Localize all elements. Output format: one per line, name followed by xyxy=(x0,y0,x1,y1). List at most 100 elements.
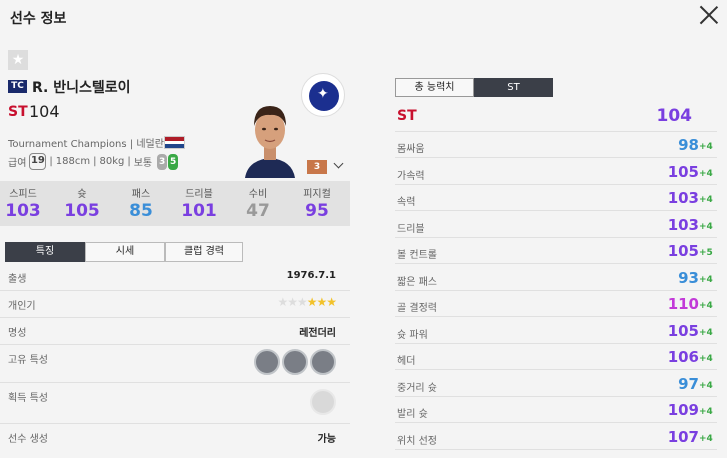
stat-bonus: +4 xyxy=(699,301,713,311)
row-label: 선수 생성 xyxy=(8,434,48,445)
trait-finesse-icon[interactable] xyxy=(282,349,308,375)
stat-label: 스피드 xyxy=(9,189,37,200)
season-badge: TC xyxy=(8,80,27,93)
stat-value: 105 xyxy=(667,162,699,181)
stat-row: 위치 선정 107 +4 xyxy=(395,424,717,450)
stat-bonus: +4 xyxy=(699,354,713,364)
tab-position-st[interactable]: ST xyxy=(474,78,553,97)
trait-power-shot-icon[interactable] xyxy=(310,349,336,375)
detail-tabs: 특징 시세 클럽 경력 xyxy=(5,242,243,262)
stat-label: 발리 슛 xyxy=(397,409,428,420)
stat-value: 95 xyxy=(305,201,329,221)
trait-leadership-icon[interactable] xyxy=(254,349,280,375)
enhance-level-badge: 3 xyxy=(307,160,327,174)
stat-row: 가속력 105 +4 xyxy=(395,159,717,185)
stat-bonus: +4 xyxy=(699,195,713,205)
player-ovr: 104 xyxy=(29,102,60,121)
stat-value: 101 xyxy=(181,201,217,221)
stat-label: 골 결정력 xyxy=(397,303,437,314)
stat-label: 드리블 xyxy=(397,223,425,235)
stat-value: 103 xyxy=(667,215,699,234)
player-position: ST xyxy=(8,104,28,120)
favorite-star-icon[interactable]: ★ xyxy=(8,50,28,70)
tab-club-career[interactable]: 클럽 경력 xyxy=(165,242,243,262)
tab-traits[interactable]: 특징 xyxy=(5,242,85,262)
stat-label: 피지컬 xyxy=(303,189,331,200)
weight: 80kg xyxy=(99,156,125,167)
window-title: 선수 정보 xyxy=(10,11,67,27)
stat-row: 몸싸움 98 +4 xyxy=(395,132,717,158)
summary-stats-bar: 스피드 103 슛 105 패스 85 드리블 101 수비 47 피지컬 95 xyxy=(0,181,350,226)
lock-icon xyxy=(310,389,336,415)
stat-bonus: +5 xyxy=(699,248,713,258)
row-value: 레전더리 xyxy=(299,328,336,339)
chevron-down-icon[interactable] xyxy=(334,160,344,170)
stat-label: 위치 선정 xyxy=(397,435,437,447)
stat-value: 47 xyxy=(246,201,270,221)
netherlands-flag-icon xyxy=(164,136,185,149)
row-label: 명성 xyxy=(8,328,27,339)
star-filled-icon: ★★★ xyxy=(306,295,337,309)
stat-bonus: +4 xyxy=(699,168,713,179)
detail-row-unique-traits: 고유 특성 xyxy=(0,345,350,383)
row-value: 1976.7.1 xyxy=(286,270,336,281)
stat-bonus: +4 xyxy=(699,274,713,285)
stat-row: 골 결정력 110 +4 xyxy=(395,291,717,317)
stat-dribbling: 드리블 101 xyxy=(171,181,227,221)
stat-view-tabs: 총 능력치 ST xyxy=(395,78,553,97)
stat-label: 속력 xyxy=(397,197,416,208)
stat-value: 106 xyxy=(667,348,699,366)
stat-value: 103 xyxy=(667,189,699,207)
row-value: 가능 xyxy=(317,434,336,445)
left-foot: 3 xyxy=(157,153,168,170)
tab-total-stats[interactable]: 총 능력치 xyxy=(395,78,474,97)
foot-icon: 3 5 xyxy=(157,153,179,170)
stat-value: 105 xyxy=(667,242,699,260)
stat-label: 가속력 xyxy=(397,170,425,182)
player-physical: 급여 19 | 188cm | 80kg | 보통 3 5 xyxy=(8,153,179,170)
stat-row: 슛 파워 105 +4 xyxy=(395,318,717,344)
separator: | xyxy=(93,156,97,167)
stat-row: 드리블 103 +4 xyxy=(395,212,717,238)
acquired-trait-icons xyxy=(308,389,336,418)
stat-row: 짧은 패스 93 +4 xyxy=(395,265,717,291)
stat-value: 105 xyxy=(64,201,100,221)
separator: | xyxy=(49,156,53,167)
close-icon[interactable] xyxy=(699,4,719,24)
body-type: 보통 xyxy=(133,158,153,169)
stat-value: 107 xyxy=(667,427,699,446)
stat-defending: 수비 47 xyxy=(230,181,286,221)
separator: | xyxy=(127,156,131,167)
star-empty-icon: ★★★ xyxy=(277,295,307,309)
stat-row: 속력 103 +4 xyxy=(395,185,717,211)
pay-value: 19 xyxy=(29,153,47,170)
stat-bonus: +4 xyxy=(699,380,713,391)
stat-value: 105 xyxy=(667,321,699,340)
stat-value: 85 xyxy=(129,201,153,221)
stat-shooting: 슛 105 xyxy=(54,181,110,221)
stat-label: 중거리 슛 xyxy=(397,382,437,394)
tab-price[interactable]: 시세 xyxy=(85,242,165,262)
stat-value: 103 xyxy=(5,201,41,221)
right-foot: 5 xyxy=(168,153,179,170)
stat-bonus: +4 xyxy=(699,327,713,338)
row-label: 획득 특성 xyxy=(8,393,48,404)
stat-value: 110 xyxy=(667,295,699,313)
stat-label: 슛 파워 xyxy=(397,329,428,341)
main-stat-label: ST xyxy=(397,108,417,124)
stat-passing: 패스 85 xyxy=(113,181,169,221)
player-photo xyxy=(240,98,300,178)
main-stat-value: 104 xyxy=(656,106,693,126)
stat-row: 헤더 106 +4 xyxy=(395,344,717,370)
stat-label: 패스 xyxy=(131,189,151,200)
detail-row-generation: 선수 생성 가능 xyxy=(0,424,350,452)
stat-label: 몸싸움 xyxy=(397,144,425,155)
row-label: 출생 xyxy=(8,274,27,285)
main-stat-row: ST 104 xyxy=(395,104,717,132)
row-label: 개인기 xyxy=(8,301,36,312)
stat-value: 98 xyxy=(678,136,699,154)
detail-row-fame: 명성 레전더리 xyxy=(0,318,350,345)
skill-stars: ★★★★★★ xyxy=(277,295,337,309)
stat-value: 97 xyxy=(678,374,699,393)
stat-bonus: +4 xyxy=(699,407,713,417)
